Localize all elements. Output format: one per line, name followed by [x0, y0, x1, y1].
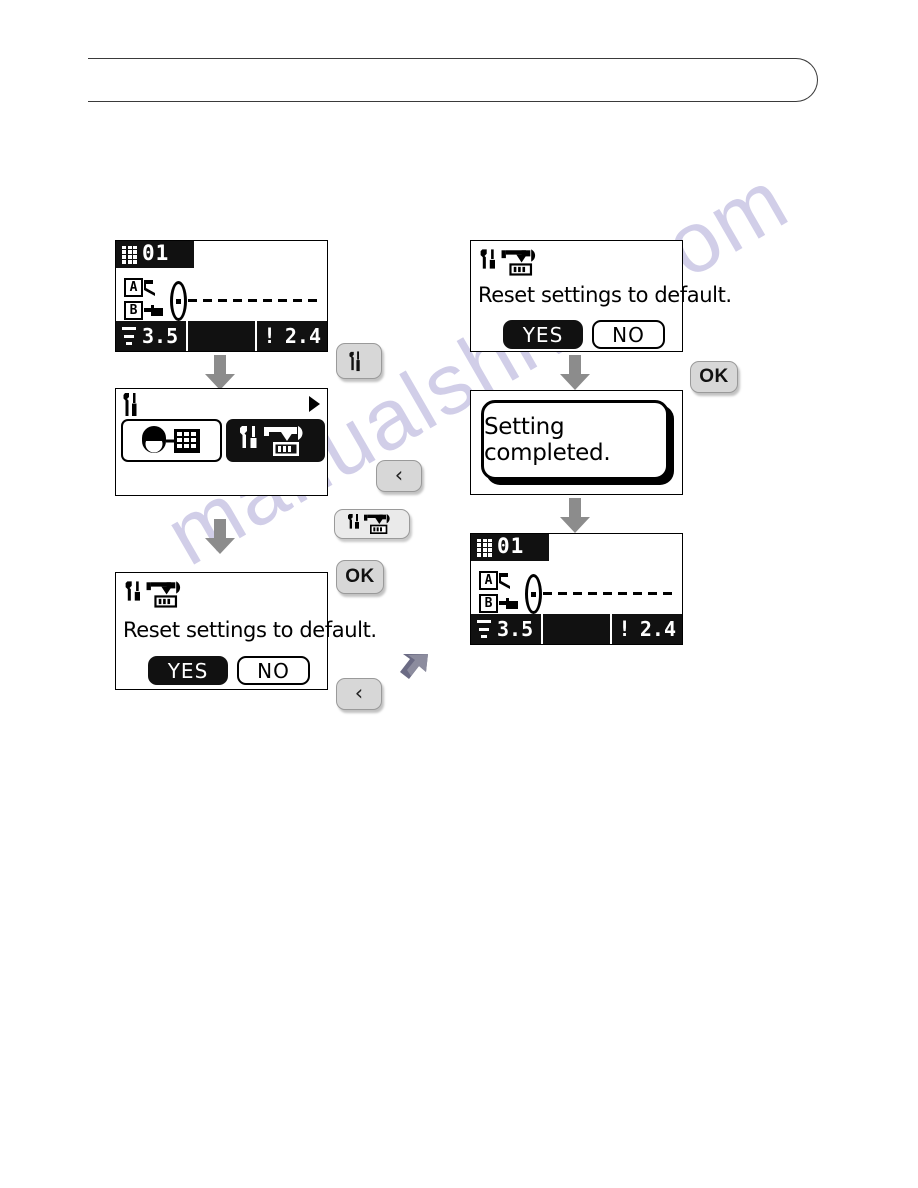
stitch-width-value: 3.5	[497, 617, 534, 641]
foot-a-shape-icon	[499, 573, 510, 589]
presser-foot-row-b: B	[479, 593, 524, 614]
stitch-select-screen-initial: 01 A B 3.5 ! 2.4	[115, 240, 328, 352]
stitch-length-cell: ! 2.4	[610, 614, 682, 644]
menu-option-machine-settings[interactable]	[121, 419, 222, 462]
lcd-settings-bar: 3.5 ! 2.4	[116, 321, 327, 351]
chevron-left-icon: ‹	[354, 680, 364, 705]
stitch-length-value: 2.4	[284, 324, 321, 348]
tools-reset-icon	[125, 581, 181, 608]
needle-position-icon	[170, 281, 187, 321]
tools-reset-icon	[480, 249, 536, 276]
lcd-settings-bar: 3.5 ! 2.4	[471, 614, 682, 644]
flow-arrow-down-3	[560, 355, 590, 390]
needle-position-icon	[525, 574, 542, 614]
tools-icon	[123, 393, 137, 416]
completed-message-box: Setting completed.	[481, 400, 669, 480]
dialog-message: Reset settings to default.	[478, 283, 732, 307]
lcd-status-bar: 01	[471, 534, 549, 561]
pattern-number: 01	[142, 241, 170, 265]
flow-arrow-down-4	[560, 498, 590, 533]
presser-foot-indicator: A B	[124, 277, 169, 321]
reset-function-badge	[334, 509, 410, 539]
ok-key-label: OK	[699, 366, 729, 387]
stitch-width-icon	[477, 620, 491, 638]
foot-a-shape-icon	[144, 280, 155, 296]
dialog-yes-button[interactable]: YES	[148, 656, 228, 685]
dialog-no-button[interactable]: NO	[592, 320, 665, 349]
page-header-rule	[88, 58, 818, 102]
presser-foot-indicator: A B	[479, 570, 524, 614]
face-grid-icon	[141, 425, 200, 453]
tools-icon	[348, 350, 360, 371]
ok-key-label: OK	[345, 566, 375, 587]
dot-matrix-icon	[122, 245, 137, 264]
menu-header	[116, 389, 327, 419]
presser-foot-row-b: B	[124, 300, 169, 321]
chevron-left-icon: ‹	[394, 462, 404, 487]
caret-right-icon[interactable]	[309, 396, 320, 412]
tools-reset-icon	[348, 514, 390, 534]
menu-option-reset[interactable]	[226, 419, 325, 462]
stitch-width-cell: 3.5	[471, 614, 541, 644]
manual-page: manualshive.com 01 A B 3.5 ! 2.4 ‹ OK Re…	[0, 0, 918, 1188]
stitch-pattern-line	[543, 592, 676, 595]
dialog-yes-button[interactable]: YES	[503, 320, 583, 349]
stitch-select-screen-final: 01 A B 3.5 ! 2.4	[470, 533, 683, 645]
dialog-message: Reset settings to default.	[123, 618, 377, 642]
settings-menu-screen	[115, 388, 328, 496]
stitch-middle-cell	[540, 614, 611, 644]
flow-arrow-down-1	[205, 355, 235, 390]
reset-confirm-dialog-left: Reset settings to default. YES NO	[115, 572, 377, 690]
foot-b-shape-icon	[499, 598, 518, 609]
back-key-lower[interactable]: ‹	[336, 678, 382, 710]
flow-arrow-up-right	[400, 654, 428, 679]
foot-b-shape-icon	[144, 305, 163, 316]
stitch-middle-cell	[185, 321, 256, 351]
setting-completed-screen: Setting completed.	[470, 390, 683, 495]
stitch-width-icon	[122, 327, 136, 345]
dot-matrix-icon	[477, 538, 492, 557]
completed-message: Setting completed.	[484, 414, 611, 466]
stitch-length-icon: !	[263, 324, 276, 348]
ok-key-right[interactable]: OK	[690, 361, 738, 393]
presser-foot-row-a: A	[124, 277, 169, 298]
stitch-width-cell: 3.5	[116, 321, 186, 351]
stitch-pattern-line	[188, 299, 321, 302]
flow-arrow-down-2	[205, 519, 235, 554]
pattern-number: 01	[497, 534, 525, 558]
foot-b-label: B	[124, 301, 143, 320]
stitch-width-value: 3.5	[142, 324, 179, 348]
back-key-upper[interactable]: ‹	[376, 460, 422, 492]
foot-a-label: A	[479, 571, 498, 590]
ok-key-left[interactable]: OK	[336, 560, 384, 594]
presser-foot-row-a: A	[479, 570, 524, 591]
foot-b-label: B	[479, 594, 498, 613]
stitch-length-icon: !	[618, 617, 631, 641]
dialog-no-button[interactable]: NO	[237, 656, 310, 685]
stitch-length-cell: ! 2.4	[255, 321, 327, 351]
settings-key[interactable]	[336, 343, 382, 379]
lcd-status-bar: 01	[116, 241, 194, 268]
reset-confirm-dialog-right: Reset settings to default. YES NO	[470, 240, 732, 352]
foot-a-label: A	[124, 278, 143, 297]
tools-reset-icon	[239, 425, 302, 456]
stitch-length-value: 2.4	[639, 617, 676, 641]
